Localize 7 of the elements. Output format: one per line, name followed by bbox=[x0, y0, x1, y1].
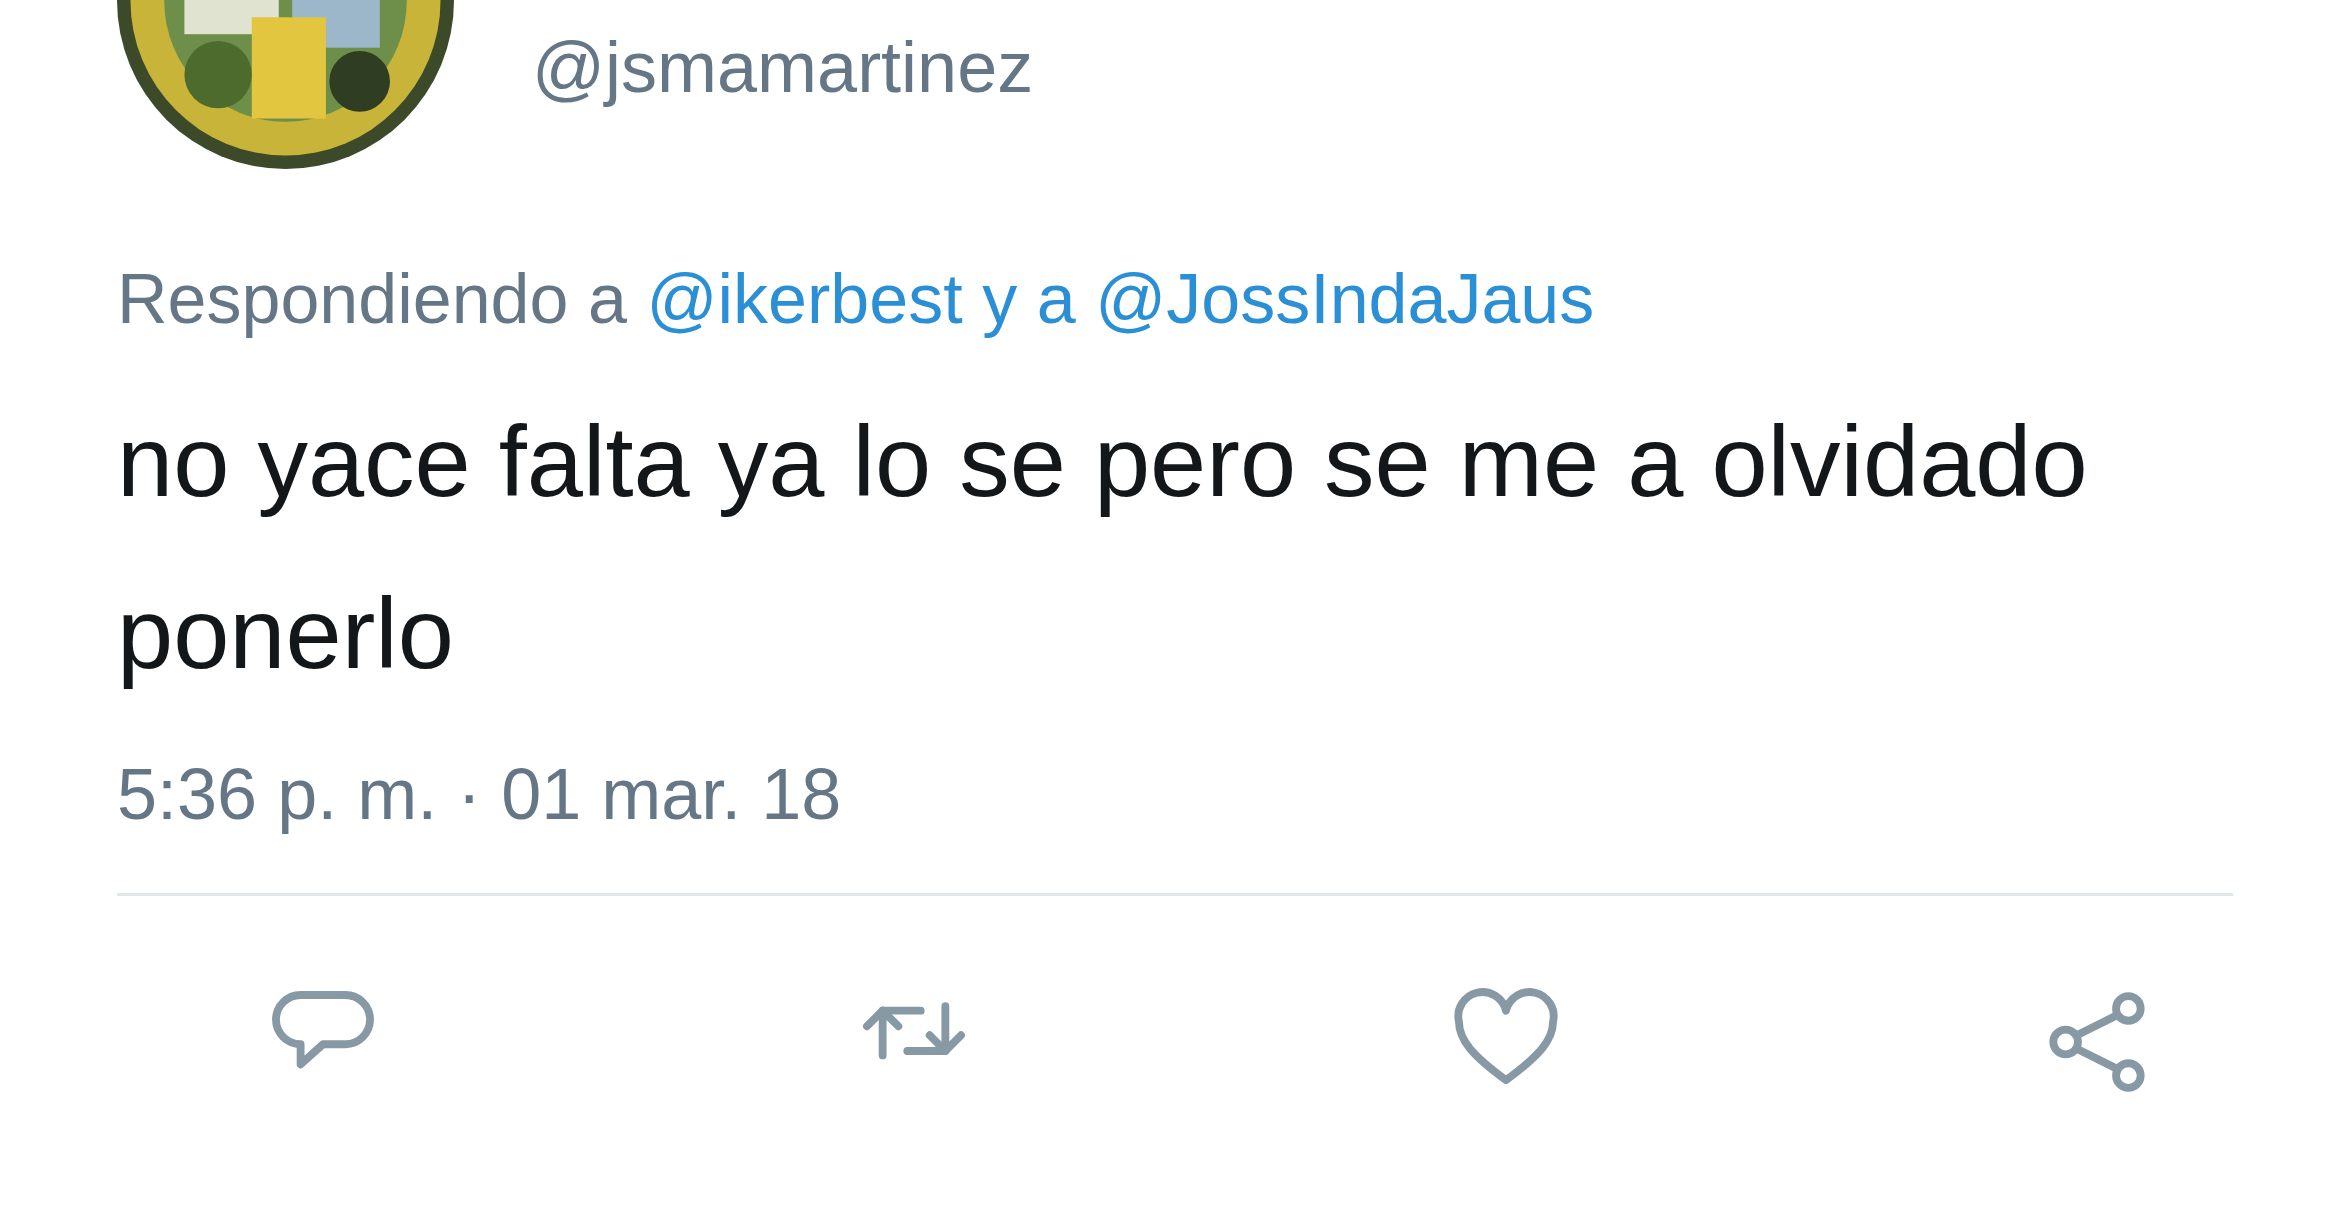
mention-link[interactable]: @JossIndaJaus bbox=[1095, 259, 1595, 339]
tweet-text: no yace falta ya lo se pero se me a olvidado ponerlo bbox=[117, 404, 2089, 691]
reply-connector: y a bbox=[982, 259, 1076, 339]
mention-link[interactable]: @ikerbest bbox=[646, 259, 963, 339]
user-handle[interactable]: @jsmamartinez bbox=[532, 26, 1034, 108]
timestamp: 5:36 p. m. · 01 mar. 18 bbox=[117, 753, 843, 835]
reply-label: Respondiendo a bbox=[117, 259, 627, 339]
